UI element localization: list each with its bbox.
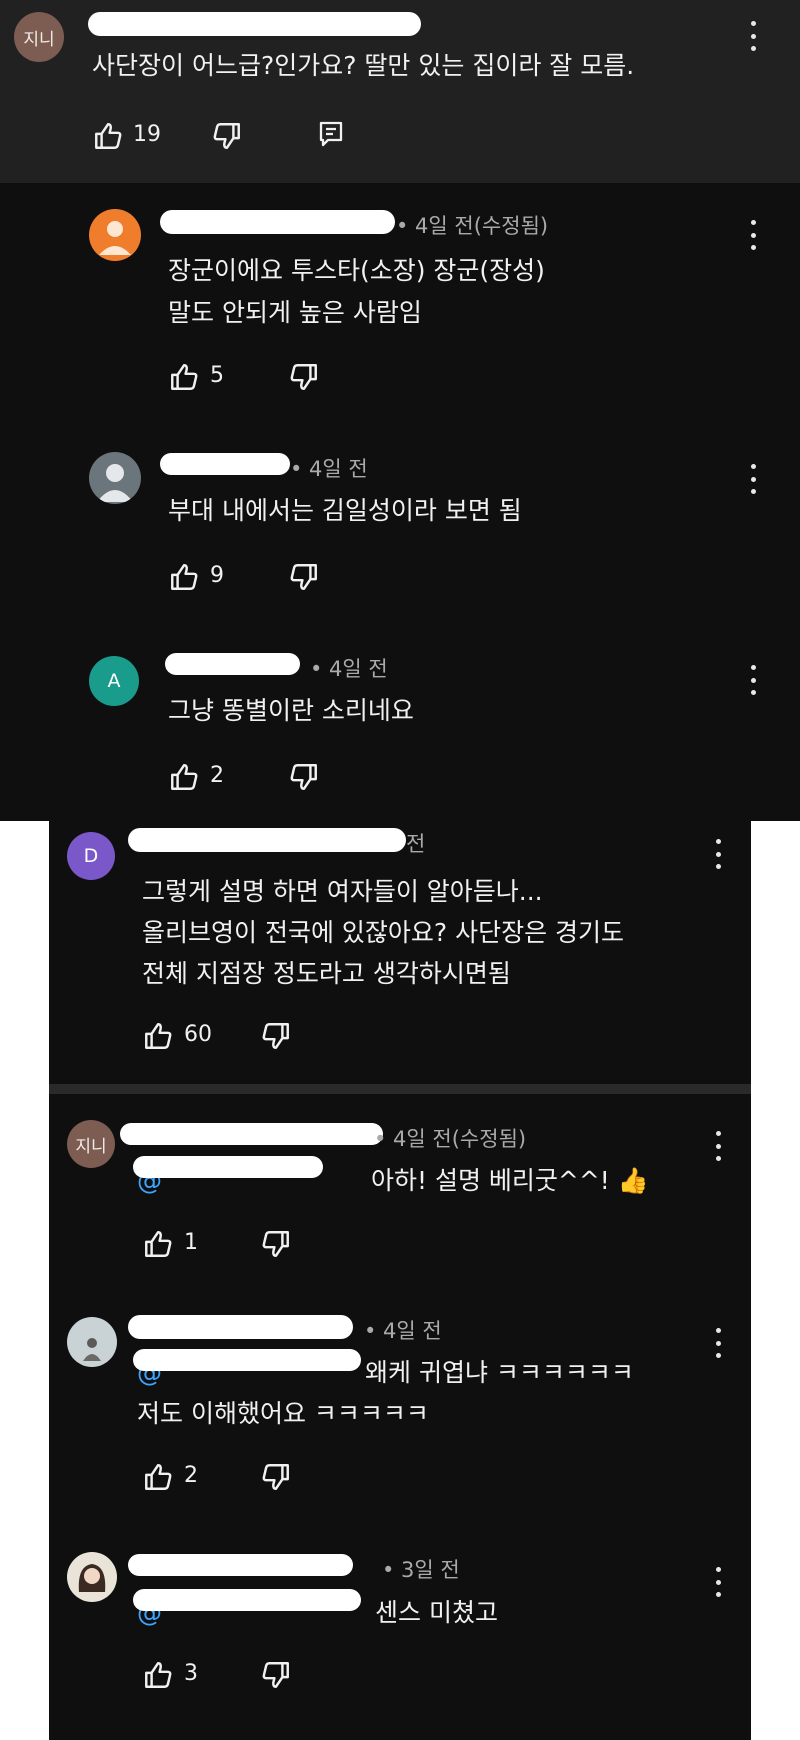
reply-line-1: 그렇게 설명 하면 여자들이 알아듣나... [142,877,543,906]
redacted-mention [133,1589,361,1611]
redacted-username [128,1554,353,1576]
thumbs-down-icon[interactable] [288,561,320,593]
timestamp: • 4일 전(수정됨) [396,214,549,238]
redacted-username [128,828,406,852]
reply-icon[interactable] [316,119,346,149]
avatar-label: 지니 [75,1136,107,1157]
avatar[interactable] [89,452,141,504]
redacted-mention [133,1156,323,1178]
redacted-mention [133,1349,361,1371]
like-count: 2 [210,763,224,788]
avatar[interactable]: 지니 [67,1120,115,1168]
person-icon [78,1564,106,1592]
redacted-username [120,1123,383,1145]
redacted-username [165,653,300,675]
reply-line-3: 전체 지점장 정도라고 생각하시면됨 [142,959,511,988]
thumbs-down-icon[interactable] [260,1659,292,1691]
avatar[interactable]: 지니 [14,12,64,62]
avatar-label: 지니 [23,29,55,50]
thumbs-down-icon[interactable] [288,761,320,793]
like-count: 5 [210,363,224,388]
reply-line-2: 말도 안되게 높은 사람임 [168,298,422,327]
avatar-label: A [107,670,121,692]
thumbs-up-icon[interactable] [92,120,124,152]
more-vert-icon[interactable] [742,220,764,250]
avatar[interactable] [67,1552,117,1602]
like-count: 2 [184,1463,198,1488]
reply-line-1: 그냥 똥별이란 소리네요 [168,696,414,725]
like-count: 3 [184,1661,198,1686]
avatar-label: D [83,845,99,867]
avatar[interactable] [67,1317,117,1367]
divider [49,1084,751,1094]
more-vert-icon[interactable] [707,839,729,869]
reply-line-1: 아하! 설명 베리굿^^! 👍 [371,1166,649,1195]
thumbs-up-icon[interactable] [168,361,200,393]
more-vert-icon[interactable] [742,665,764,695]
timestamp: • 3일 전 [382,1558,460,1582]
like-count: 19 [133,122,161,147]
thumbs-down-icon[interactable] [211,120,243,152]
reply-line-1: 부대 내에서는 김일성이라 보면 됨 [168,496,522,525]
person-icon [97,464,133,502]
thumbs-up-icon[interactable] [142,1228,174,1260]
like-count: 9 [210,563,224,588]
reply-line-2: 저도 이해했어요 ㅋㅋㅋㅋㅋ [137,1399,429,1428]
replies-section-2: D 전 그렇게 설명 하면 여자들이 알아듣나... 올리브영이 전국에 있잖아… [49,821,751,1740]
reply-line-2: 올리브영이 전국에 있잖아요? 사단장은 경기도 [142,918,625,947]
timestamp: • 4일 전 [310,657,388,681]
timestamp: • 4일 전 [290,457,368,481]
more-vert-icon[interactable] [707,1567,729,1597]
thumbs-down-icon[interactable] [260,1228,292,1260]
redacted-username [128,1315,353,1339]
reply-line-1: 왜케 귀엽냐 ㅋㅋㅋㅋㅋㅋ [365,1358,634,1387]
comment-text: 사단장이 어느급?인가요? 딸만 있는 집이라 잘 모름. [92,51,635,80]
avatar[interactable]: A [89,656,139,706]
thumbs-down-icon[interactable] [260,1020,292,1052]
like-count: 60 [184,1022,212,1047]
timestamp: • 4일 전 [364,1319,442,1343]
timestamp: 전 [406,832,426,856]
replies-section-1: • 4일 전(수정됨) 장군이에요 투스타(소장) 장군(장성) 말도 안되게 … [0,183,800,821]
thumbs-down-icon[interactable] [288,361,320,393]
more-vert-icon[interactable] [742,464,764,494]
thumbs-up-icon[interactable] [142,1461,174,1493]
thumbs-up-icon[interactable] [168,761,200,793]
redacted-username [160,453,290,475]
person-icon [83,1338,101,1361]
thumbs-down-icon[interactable] [260,1461,292,1493]
redacted-username [160,210,395,234]
reply-line-1: 센스 미쳤고 [375,1598,498,1627]
thumbs-up-icon[interactable] [142,1659,174,1691]
more-vert-icon[interactable] [742,21,764,51]
top-comment: 지니 사단장이 어느급?인가요? 딸만 있는 집이라 잘 모름. 19 [0,0,800,183]
timestamp: • 4일 전(수정됨) [374,1127,527,1151]
avatar[interactable]: D [67,832,115,880]
thumbs-up-icon[interactable] [142,1020,174,1052]
more-vert-icon[interactable] [707,1131,729,1161]
like-count: 1 [184,1230,198,1255]
more-vert-icon[interactable] [707,1328,729,1358]
person-icon [99,221,131,255]
thumbs-up-icon[interactable] [168,561,200,593]
avatar[interactable] [89,209,141,261]
reply-line-1: 장군이에요 투스타(소장) 장군(장성) [168,256,545,285]
redacted-username [88,12,421,36]
